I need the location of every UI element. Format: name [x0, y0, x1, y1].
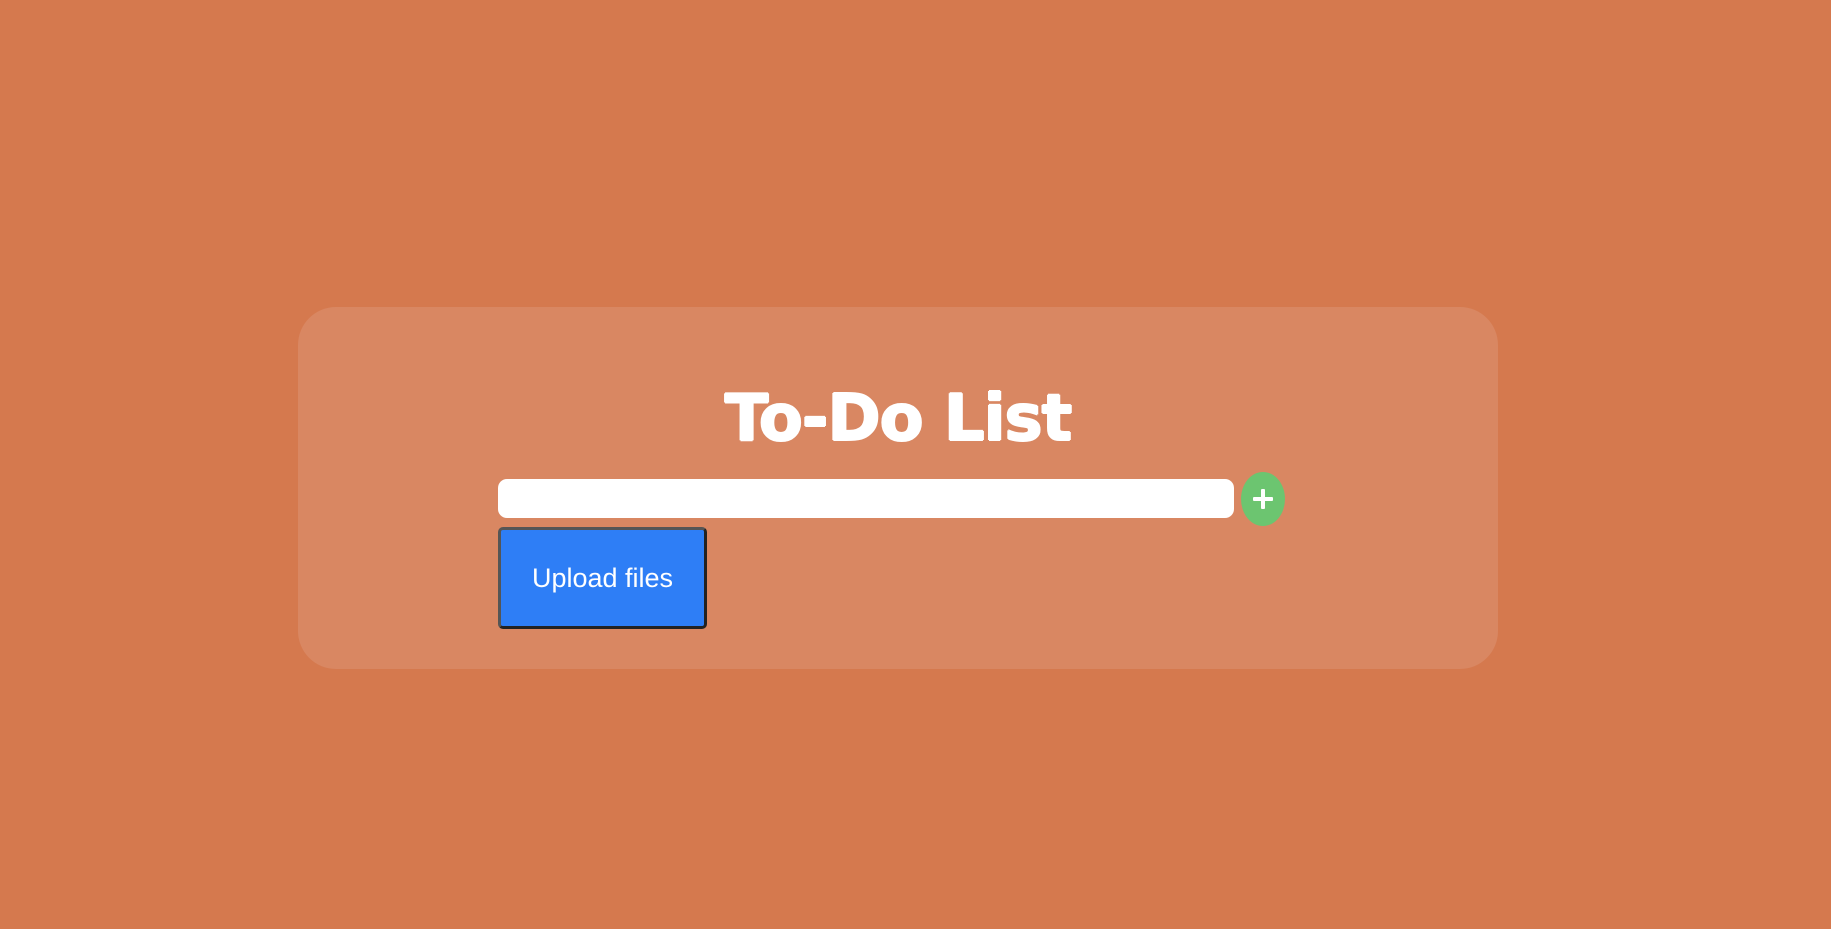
add-task-button[interactable]: [1241, 472, 1285, 526]
task-input[interactable]: [498, 479, 1234, 518]
todo-card: To-Do List Upload files: [298, 307, 1498, 669]
page-background: To-Do List Upload files: [0, 0, 1831, 929]
page-title: To-Do List: [724, 382, 1072, 456]
plus-icon: [1251, 487, 1275, 511]
upload-files-button[interactable]: Upload files: [498, 527, 707, 629]
